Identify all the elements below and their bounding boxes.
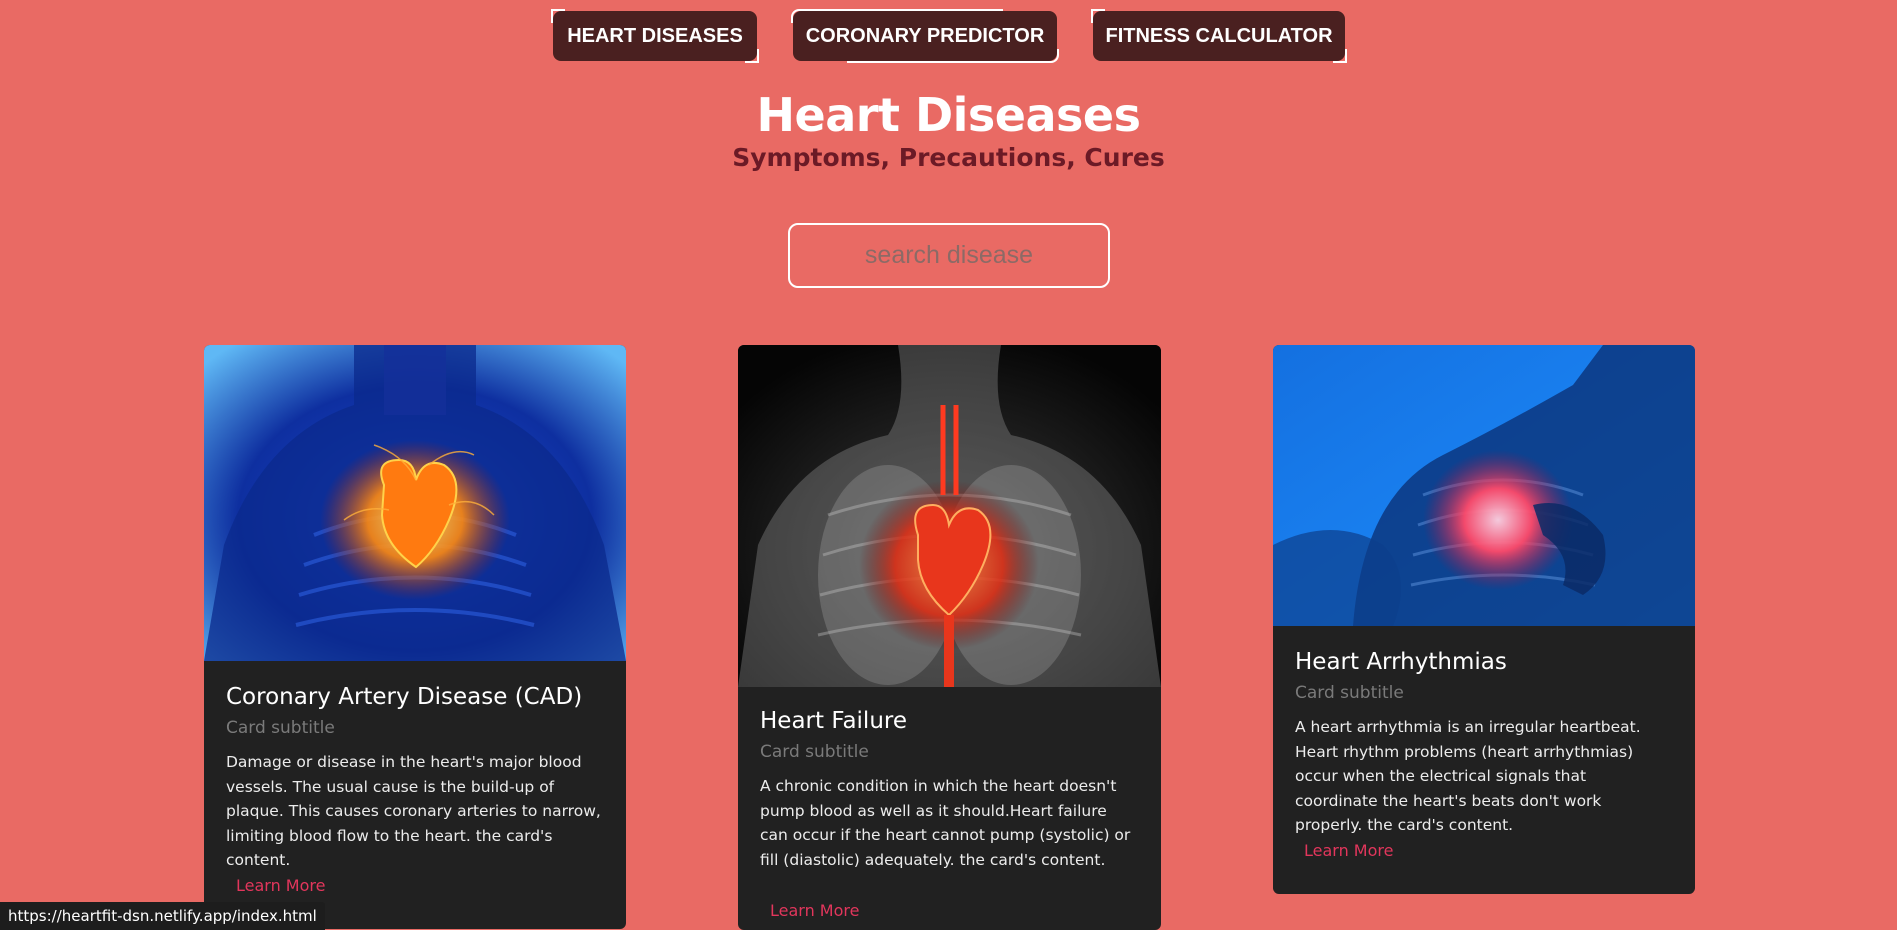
card-text: A chronic condition in which the heart d… <box>760 777 1131 869</box>
card-body: Coronary Artery Disease (CAD) Card subti… <box>226 684 604 873</box>
corner-accent <box>551 9 565 23</box>
chest-pain-xray-image <box>1273 345 1695 626</box>
disease-card-heart-failure: Heart Failure Card subtitle A chronic co… <box>738 345 1161 930</box>
disease-card-arrhythmias: Heart Arrhythmias Card subtitle A heart … <box>1273 345 1695 894</box>
top-nav: HEART DISEASES CORONARY PREDICTOR FITNES… <box>0 9 1897 63</box>
card-subtitle: Card subtitle <box>760 742 869 762</box>
corner-accent <box>1091 9 1105 23</box>
nav-fitness-calculator-label: FITNESS CALCULATOR <box>1105 24 1333 47</box>
corner-accent <box>1333 49 1347 63</box>
card-subtitle: Card subtitle <box>226 718 335 738</box>
nav-heart-diseases-label: HEART DISEASES <box>567 24 743 47</box>
learn-more-link[interactable]: Learn More <box>1304 841 1393 860</box>
card-body: Heart Failure Card subtitle A chronic co… <box>760 708 1139 872</box>
card-text: Damage or disease in the heart's major b… <box>226 753 601 869</box>
card-subtitle: Card subtitle <box>1295 683 1404 703</box>
browser-status-url: https://heartfit-dsn.netlify.app/index.h… <box>0 902 325 930</box>
nav-fitness-calculator-button[interactable]: FITNESS CALCULATOR <box>1091 9 1347 63</box>
nav-heart-diseases-button[interactable]: HEART DISEASES <box>551 9 759 63</box>
page-subtitle: Symptoms, Precautions, Cures <box>732 143 1165 172</box>
card-title: Heart Failure <box>760 708 907 734</box>
heart-xray-grey-image <box>738 345 1161 687</box>
disease-card-cad: Coronary Artery Disease (CAD) Card subti… <box>204 345 626 929</box>
corner-accent <box>791 9 1003 23</box>
learn-more-link[interactable]: Learn More <box>236 876 325 895</box>
heart-xray-blue-image <box>204 345 626 661</box>
corner-accent <box>847 49 1059 63</box>
page-title: Heart Diseases <box>756 88 1141 142</box>
learn-more-link[interactable]: Learn More <box>770 901 859 920</box>
card-text: A heart arrhythmia is an irregular heart… <box>1295 718 1641 834</box>
card-title: Heart Arrhythmias <box>1295 649 1507 675</box>
card-body: Heart Arrhythmias Card subtitle A heart … <box>1295 649 1673 838</box>
card-title: Coronary Artery Disease (CAD) <box>226 684 583 710</box>
search-input[interactable] <box>788 223 1110 288</box>
nav-coronary-predictor-label: CORONARY PREDICTOR <box>805 24 1045 47</box>
nav-coronary-predictor-button[interactable]: CORONARY PREDICTOR <box>791 9 1059 63</box>
corner-accent <box>745 49 759 63</box>
